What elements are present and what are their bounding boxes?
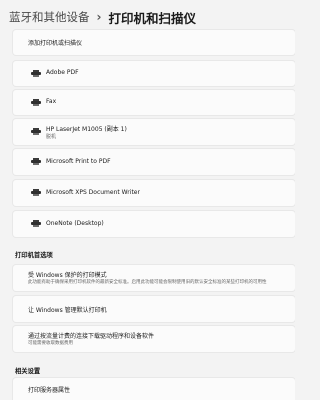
pref-description: 此功能有助于确保采用打印机软件的最新安全标准。启用此功能可能会限制使用旧的默认安… [28, 280, 267, 285]
breadcrumb-separator-icon: › [96, 10, 102, 24]
pref-description: 可能需要收取数据费用 [28, 341, 73, 346]
pref-title: 受 Windows 保护的打印模式 [28, 272, 107, 279]
printer-name: Fax [46, 98, 57, 105]
printers-and-scanners-page: 蓝牙和其他设备 › 打印机和扫描仪 添加打印机或扫描仪 Adobe PDF Fa… [0, 0, 295, 400]
printer-icon [31, 189, 41, 196]
metered-download-row[interactable]: 通过按流量计费的连接下载驱动程序和设备软件 可能需要收取数据费用 [13, 326, 295, 352]
printer-name: Microsoft XPS Document Writer [46, 189, 140, 196]
printer-name: Microsoft Print to PDF [46, 158, 111, 165]
fax-printer-icon [31, 99, 41, 106]
printer-item-microsoft-xps[interactable]: Microsoft XPS Document Writer [13, 180, 295, 206]
printer-status: 脱机 [46, 134, 57, 140]
add-printer-row[interactable]: 添加打印机或扫描仪 [13, 30, 295, 55]
manage-default-printer-row[interactable]: 让 Windows 管理默认打印机 [13, 296, 295, 322]
add-printer-label: 添加打印机或扫描仪 [28, 40, 83, 47]
breadcrumb-parent-link[interactable]: 蓝牙和其他设备 [9, 9, 90, 25]
printer-icon [31, 128, 41, 135]
printer-icon [31, 70, 41, 77]
pref-title: 通过按流量计费的连接下载驱动程序和设备软件 [28, 333, 155, 340]
related-settings-heading: 相关设置 [15, 368, 41, 375]
protected-print-mode-row[interactable]: 受 Windows 保护的打印模式 此功能有助于确保采用打印机软件的最新安全标准… [13, 265, 295, 291]
printer-preferences-heading: 打印机首选项 [15, 252, 53, 259]
page-title: 打印机和扫描仪 [108, 10, 196, 26]
printer-icon [31, 158, 41, 165]
printer-item-adobe-pdf[interactable]: Adobe PDF [13, 61, 295, 86]
print-server-properties-row[interactable]: 打印服务器属性 [13, 378, 295, 400]
printer-name: HP LaserJet M1005 (副本 1) [46, 126, 127, 133]
printer-name: OneNote (Desktop) [46, 220, 104, 227]
printer-icon [31, 220, 41, 227]
printer-item-onenote[interactable]: OneNote (Desktop) [13, 211, 295, 237]
printer-item-fax[interactable]: Fax [13, 90, 295, 115]
printer-item-hp-laserjet[interactable]: HP LaserJet M1005 (副本 1) 脱机 [13, 119, 295, 145]
pref-title: 让 Windows 管理默认打印机 [28, 307, 107, 314]
printer-name: Adobe PDF [46, 69, 79, 76]
printer-item-microsoft-print-to-pdf[interactable]: Microsoft Print to PDF [13, 149, 295, 175]
breadcrumb: 蓝牙和其他设备 › 打印机和扫描仪 [9, 6, 196, 28]
pref-title: 打印服务器属性 [28, 387, 71, 394]
